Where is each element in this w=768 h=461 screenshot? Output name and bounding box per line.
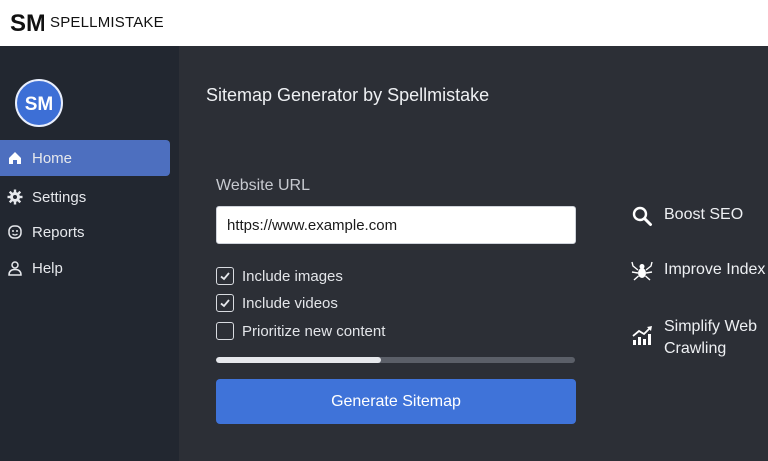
reports-icon xyxy=(7,224,23,240)
option-label: Prioritize new content xyxy=(242,322,386,340)
checkbox-include-images[interactable] xyxy=(216,267,234,285)
feature-simplify-web-crawling: Simplify Web Crawling xyxy=(630,316,757,360)
option-label: Include videos xyxy=(242,294,338,312)
trend-chart-icon xyxy=(630,324,654,348)
feature-label: Simplify Web xyxy=(664,318,758,335)
sidebar-item-settings[interactable]: Settings xyxy=(0,179,170,215)
brand-logo: SM xyxy=(10,10,44,37)
checkbox-include-videos[interactable] xyxy=(216,294,234,312)
sidebar-item-reports[interactable]: Reports xyxy=(0,214,170,250)
brand-name: SPELLMISTAKE xyxy=(50,14,164,31)
progress-bar xyxy=(216,357,575,363)
sidebar-item-help[interactable]: Help xyxy=(0,250,170,286)
option-prioritize-new-content[interactable]: Prioritize new content xyxy=(216,321,385,341)
page-title: Sitemap Generator by Spellmistake xyxy=(206,85,490,105)
sidebar-item-label: Home xyxy=(32,149,73,167)
sidebar-item-label: Settings xyxy=(32,188,87,206)
sidebar-item-label: Reports xyxy=(32,223,85,241)
search-icon xyxy=(630,204,654,228)
main-panel: Sitemap Generator by Spellmistake Websit… xyxy=(179,46,768,461)
sidebar: SM Home Settings Reports Help xyxy=(0,46,179,461)
checkbox-prioritize-new-content[interactable] xyxy=(216,322,234,340)
feature-label: Boost SEO xyxy=(664,206,744,223)
spider-icon xyxy=(630,259,654,283)
gear-icon xyxy=(7,189,23,205)
generate-sitemap-button[interactable]: Generate Sitemap xyxy=(216,379,576,424)
url-input[interactable] xyxy=(216,206,576,244)
avatar-text: SM xyxy=(25,94,54,115)
home-icon xyxy=(7,150,23,166)
brand-logo-text: SM xyxy=(10,10,44,37)
progress-fill xyxy=(216,357,382,363)
feature-improve-index: Improve Index xyxy=(630,259,765,283)
feature-label-line2: Crawling xyxy=(664,340,727,357)
option-include-videos[interactable]: Include videos xyxy=(216,293,338,313)
avatar: SM xyxy=(15,79,63,127)
option-label: Include images xyxy=(242,267,343,285)
option-include-images[interactable]: Include images xyxy=(216,266,343,286)
feature-boost-seo: Boost SEO xyxy=(630,204,743,228)
feature-label-wrap: Simplify Web Crawling xyxy=(664,316,757,360)
sidebar-item-label: Help xyxy=(32,259,63,277)
sidebar-item-home[interactable]: Home xyxy=(0,140,170,176)
url-label: Website URL xyxy=(216,177,310,194)
user-icon xyxy=(7,260,23,276)
feature-label: Improve Index xyxy=(664,261,766,278)
top-bar: SM SPELLMISTAKE xyxy=(0,0,768,46)
